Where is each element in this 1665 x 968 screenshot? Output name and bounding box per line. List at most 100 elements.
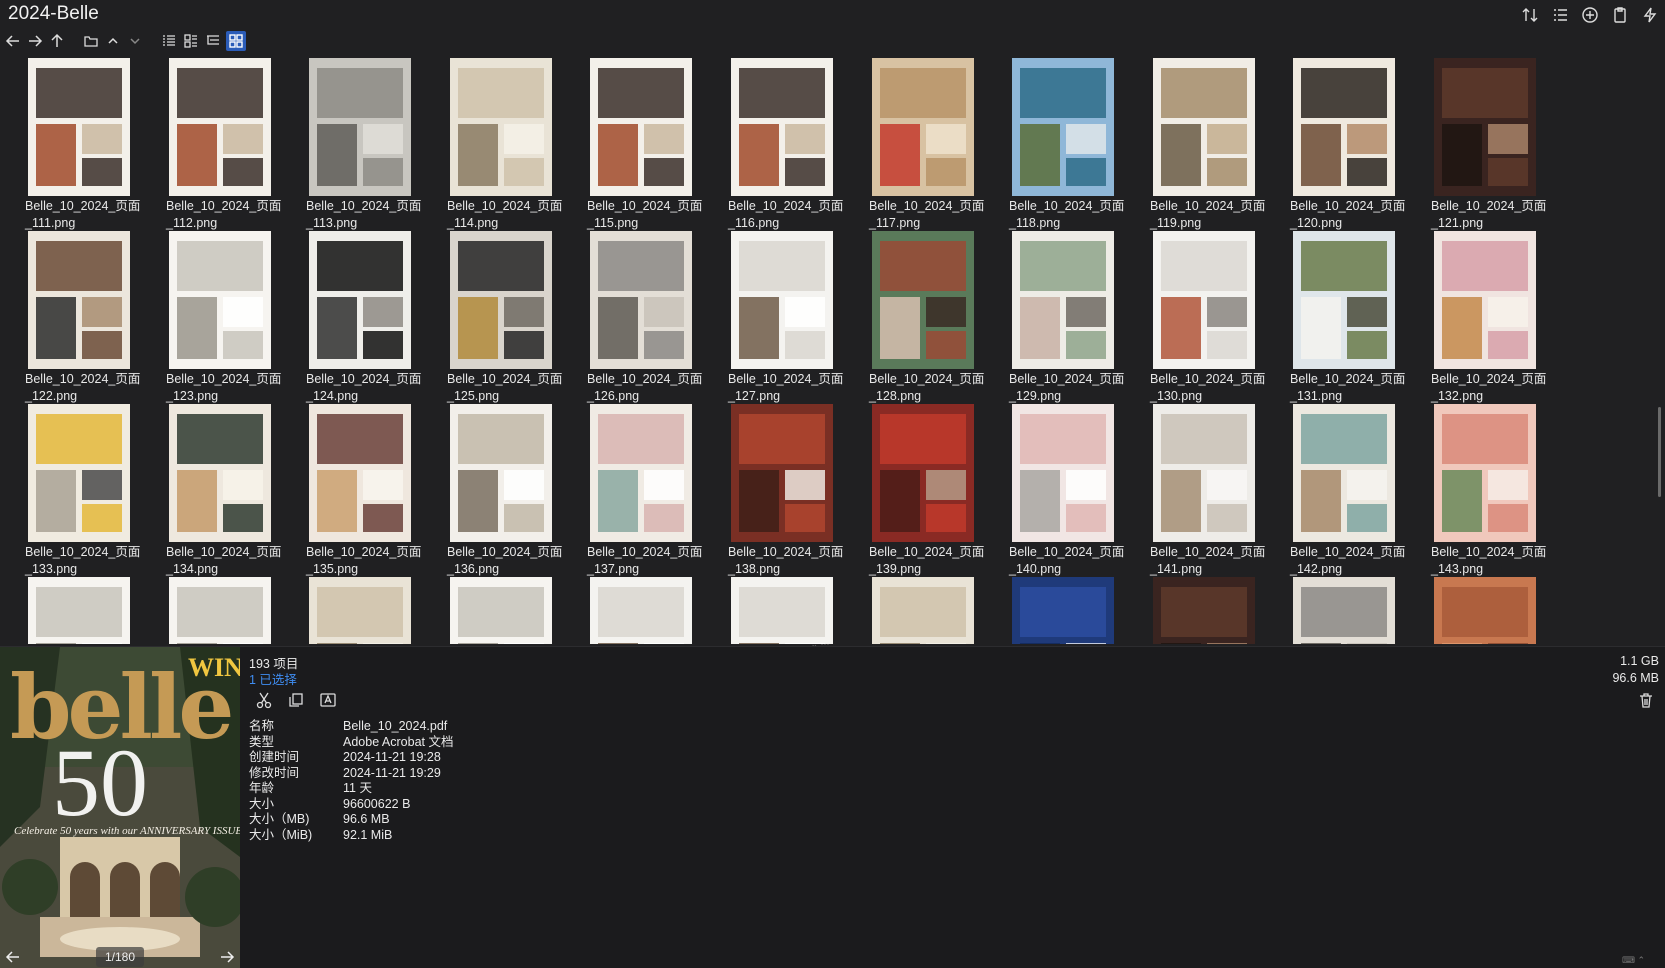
file-thumbnail-item[interactable]: Belle_10_2024_页面 _135.png (287, 402, 434, 582)
file-thumbnail-item[interactable] (428, 575, 575, 644)
file-thumbnail-item[interactable]: Belle_10_2024_页面 _133.png (6, 402, 153, 582)
file-thumbnail-item[interactable]: Belle_10_2024_页面 _128.png (850, 229, 997, 409)
clipboard-icon[interactable] (1611, 6, 1629, 24)
file-thumbnail-item[interactable]: Belle_10_2024_页面 _118.png (990, 56, 1137, 236)
file-name-label: Belle_10_2024_页面 _124.png (306, 371, 431, 405)
file-name-line1: Belle_10_2024_页面 (728, 545, 844, 559)
file-thumbnail-item[interactable]: Belle_10_2024_页面 _143.png (1412, 402, 1559, 582)
rename-icon[interactable] (319, 691, 337, 709)
file-thumbnail-item[interactable]: Belle_10_2024_页面 _130.png (1131, 229, 1278, 409)
sort-icon[interactable] (1521, 6, 1539, 24)
chevron-down-icon[interactable] (126, 32, 144, 50)
file-name-label: Belle_10_2024_页面 _133.png (25, 544, 150, 578)
file-thumbnail-item[interactable]: Belle_10_2024_页面 _125.png (428, 229, 575, 409)
file-thumbnail-item[interactable]: Belle_10_2024_页面 _139.png (850, 402, 997, 582)
scrollbar-thumb[interactable] (1658, 407, 1661, 497)
file-name-line1: Belle_10_2024_页面 (447, 199, 563, 213)
page-preview-image (731, 577, 833, 644)
delete-icon[interactable] (1637, 691, 1655, 709)
folder-icon[interactable] (82, 32, 100, 50)
file-name-line1: Belle_10_2024_页面 (587, 545, 703, 559)
file-thumbnail-item[interactable]: Belle_10_2024_页面 _116.png (709, 56, 856, 236)
forward-arrow-icon[interactable] (26, 32, 44, 50)
file-thumbnail-item[interactable]: Belle_10_2024_页面 _114.png (428, 56, 575, 236)
thumbnail-view-icon[interactable] (226, 31, 246, 51)
lightning-icon[interactable] (1641, 6, 1659, 24)
file-thumbnail-item[interactable] (287, 575, 434, 644)
file-thumbnail-item[interactable]: Belle_10_2024_页面 _140.png (990, 402, 1137, 582)
back-arrow-icon[interactable] (4, 32, 22, 50)
property-row: 年龄 11 天 (249, 781, 453, 797)
file-thumbnail-item[interactable]: Belle_10_2024_页面 _141.png (1131, 402, 1278, 582)
file-thumbnail-item[interactable] (1271, 575, 1418, 644)
file-thumbnail-item[interactable]: Belle_10_2024_页面 _142.png (1271, 402, 1418, 582)
file-thumbnail-item[interactable]: Belle_10_2024_页面 _117.png (850, 56, 997, 236)
file-name-line1: Belle_10_2024_页面 (306, 545, 422, 559)
file-thumbnail-item[interactable]: Belle_10_2024_页面 _124.png (287, 229, 434, 409)
file-thumbnail-item[interactable]: Belle_10_2024_页面 _126.png (568, 229, 715, 409)
vertical-scrollbar[interactable] (1654, 52, 1665, 642)
file-name-label: Belle_10_2024_页面 _137.png (587, 544, 712, 578)
file-name-label: Belle_10_2024_页面 _134.png (166, 544, 291, 578)
file-thumbnail-item[interactable]: Belle_10_2024_页面 _129.png (990, 229, 1137, 409)
file-thumbnail-item[interactable] (990, 575, 1137, 644)
file-name-line1: Belle_10_2024_页面 (1150, 545, 1266, 559)
file-name-line1: Belle_10_2024_页面 (1290, 372, 1406, 386)
file-name-label: Belle_10_2024_页面 _130.png (1150, 371, 1275, 405)
page-preview-image (169, 231, 271, 369)
add-circle-icon[interactable] (1581, 6, 1599, 24)
file-thumbnail-item[interactable] (1412, 575, 1559, 644)
file-thumbnail-item[interactable]: Belle_10_2024_页面 _136.png (428, 402, 575, 582)
file-manager-window: { "window": { "title": "2024-Belle" }, "… (0, 0, 1665, 968)
list-view-icon[interactable] (160, 32, 178, 50)
preview-image[interactable]: belle 50 WIN Celebrate 50 years with our… (0, 647, 240, 968)
file-thumbnail-item[interactable]: Belle_10_2024_页面 _113.png (287, 56, 434, 236)
file-thumbnail-item[interactable]: Belle_10_2024_页面 _131.png (1271, 229, 1418, 409)
property-key: 大小（MiB) (249, 827, 313, 842)
file-thumbnail-item[interactable]: Belle_10_2024_页面 _127.png (709, 229, 856, 409)
page-preview-image (1293, 404, 1395, 542)
file-thumbnail-item[interactable] (147, 575, 294, 644)
file-thumbnail-item[interactable]: Belle_10_2024_页面 _120.png (1271, 56, 1418, 236)
file-thumbnail-item[interactable]: Belle_10_2024_页面 _119.png (1131, 56, 1278, 236)
file-thumbnail-item[interactable] (6, 575, 153, 644)
file-thumbnail-item[interactable] (568, 575, 715, 644)
file-name-line1: Belle_10_2024_页面 (869, 199, 985, 213)
file-thumbnail-item[interactable] (709, 575, 856, 644)
file-name-label: Belle_10_2024_页面 _141.png (1150, 544, 1275, 578)
file-thumbnail-item[interactable]: Belle_10_2024_页面 _115.png (568, 56, 715, 236)
next-page-icon[interactable] (218, 948, 236, 966)
file-thumbnail-item[interactable]: Belle_10_2024_页面 _138.png (709, 402, 856, 582)
page-preview-image (872, 58, 974, 196)
file-thumbnail-item[interactable]: Belle_10_2024_页面 _122.png (6, 229, 153, 409)
detail-view-icon[interactable] (182, 32, 200, 50)
file-name-label: Belle_10_2024_页面 _138.png (728, 544, 853, 578)
file-name-label: Belle_10_2024_页面 _111.png (25, 198, 150, 232)
chevron-up-icon[interactable] (104, 32, 122, 50)
file-thumbnail-item[interactable]: Belle_10_2024_页面 _121.png (1412, 56, 1559, 236)
file-thumbnail-item[interactable]: Belle_10_2024_页面 _123.png (147, 229, 294, 409)
file-thumbnail-item[interactable]: Belle_10_2024_页面 _134.png (147, 402, 294, 582)
file-thumbnail-item[interactable] (850, 575, 997, 644)
tray-icon[interactable]: ⌨ ⌃ (1622, 955, 1645, 966)
up-arrow-icon[interactable] (48, 32, 66, 50)
cut-icon[interactable] (255, 691, 273, 709)
window-title: 2024-Belle (8, 3, 99, 24)
file-thumbnail-item[interactable]: Belle_10_2024_页面 _132.png (1412, 229, 1559, 409)
file-thumbnail-item[interactable] (1131, 575, 1278, 644)
file-thumbnail-item[interactable]: Belle_10_2024_页面 _112.png (147, 56, 294, 236)
copy-icon[interactable] (287, 691, 305, 709)
file-name-label: Belle_10_2024_页面 _118.png (1009, 198, 1134, 232)
file-thumbnail-item[interactable]: Belle_10_2024_页面 _137.png (568, 402, 715, 582)
top-right-toolbar (1521, 6, 1659, 24)
details-list-icon[interactable] (1551, 6, 1569, 24)
page-preview-image (28, 577, 130, 644)
selected-size: 96.6 MB (1612, 671, 1659, 685)
tree-view-icon[interactable] (204, 32, 222, 50)
page-preview-image (872, 231, 974, 369)
page-preview-image (590, 404, 692, 542)
file-thumbnail-item[interactable]: Belle_10_2024_页面 _111.png (6, 56, 153, 236)
file-name-line1: Belle_10_2024_页面 (1150, 199, 1266, 213)
file-name-line1: Belle_10_2024_页面 (306, 372, 422, 386)
selected-count[interactable]: 1 已选择 (249, 669, 297, 688)
